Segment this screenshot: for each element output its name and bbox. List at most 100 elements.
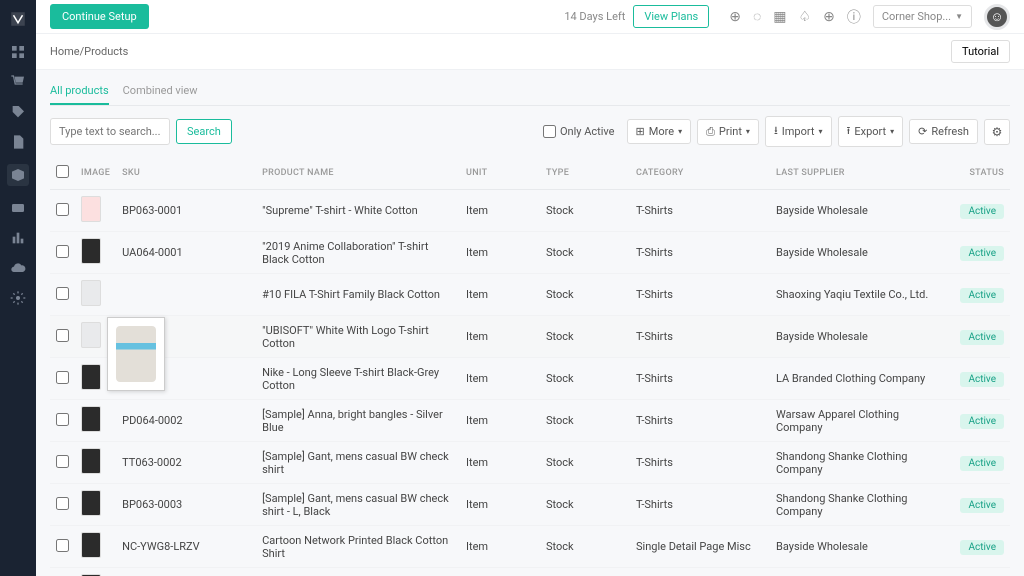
money-icon[interactable] [10,200,26,216]
product-thumbnail[interactable] [81,322,101,348]
row-checkbox[interactable] [56,245,69,258]
table-row[interactable]: UA064-0001"2019 Anime Collaboration" T-s… [50,568,1010,576]
chart-icon[interactable] [10,230,26,246]
status-badge: Active [960,288,1004,303]
col-type[interactable]: Type [540,157,630,190]
product-thumbnail[interactable] [81,406,101,432]
col-image[interactable]: Image [75,157,116,190]
tutorial-button[interactable]: Tutorial [951,40,1010,63]
product-thumbnail[interactable] [81,448,101,474]
row-checkbox[interactable] [56,203,69,216]
breadcrumb-home[interactable]: Home [50,45,80,58]
cell-name: Nike - Long Sleeve T-shirt Black-Grey Co… [256,358,460,400]
col-name[interactable]: Product Name [256,157,460,190]
file-icon[interactable] [10,134,26,150]
product-thumbnail[interactable] [81,364,101,390]
bell-icon[interactable]: ♤ [799,9,812,25]
row-checkbox[interactable] [56,413,69,426]
more-button[interactable]: ⊞More▾ [627,119,692,144]
row-checkbox[interactable] [56,329,69,342]
cell-supplier: Bayside Wholesale [770,526,950,568]
dashboard-icon[interactable] [10,44,26,60]
tab-combined-view[interactable]: Combined view [123,78,198,105]
cloud-icon[interactable] [10,260,26,276]
cell-supplier: Shaoxing Yaqiu Textile Co., Ltd. [770,274,950,316]
cell-type: Stock [540,484,630,526]
cell-type: Stock [540,400,630,442]
cell-unit: Item [460,274,540,316]
col-sku[interactable]: SKU [116,157,256,190]
cell-type: Stock [540,358,630,400]
main-area: Continue Setup 14 Days Left View Plans ⊕… [36,0,1024,576]
breadcrumb-current: Products [84,45,128,58]
product-thumbnail[interactable] [81,532,101,558]
cell-name: "UBISOFT" White With Logo T-shirt Cotton [256,316,460,358]
table-row[interactable]: BP063-0003[Sample] Gant, mens casual BW … [50,484,1010,526]
table-row[interactable]: PD064-0002[Sample] Anna, bright bangles … [50,400,1010,442]
print-button[interactable]: ⎙Print▾ [697,119,759,145]
add-icon[interactable]: ⊕ [729,9,741,25]
refresh-button[interactable]: ⟳Refresh [909,119,978,144]
status-badge: Active [960,498,1004,513]
calendar-icon[interactable]: ▦ [773,9,786,25]
product-thumbnail[interactable] [81,238,101,264]
cell-unit: Item [460,568,540,576]
view-plans-button[interactable]: View Plans [633,5,709,28]
row-checkbox[interactable] [56,539,69,552]
product-thumbnail[interactable] [81,196,101,222]
row-checkbox[interactable] [56,287,69,300]
cell-category: T-Shirts [630,232,770,274]
table-row[interactable]: TT063-0002[Sample] Gant, mens casual BW … [50,442,1010,484]
col-status[interactable]: Status [950,157,1010,190]
table-row[interactable]: NC-YWG8-LRZVCartoon Network Printed Blac… [50,526,1010,568]
table-row[interactable]: BP063-0001"Supreme" T-shirt - White Cott… [50,190,1010,232]
table-row[interactable]: "UBISOFT" White With Logo T-shirt Cotton… [50,316,1010,358]
cell-supplier: Shandong Shanke Clothing Company [770,484,950,526]
continue-setup-button[interactable]: Continue Setup [50,4,149,29]
table-settings-button[interactable]: ⚙ [984,119,1010,145]
table-row[interactable]: Nike - Long Sleeve T-shirt Black-Grey Co… [50,358,1010,400]
product-thumbnail[interactable] [81,490,101,516]
globe-icon[interactable]: ⊕ [823,9,835,25]
cell-category: T-Shirts [630,442,770,484]
row-checkbox[interactable] [56,497,69,510]
product-thumbnail[interactable] [81,280,101,306]
cell-sku: PD064-0002 [116,400,256,442]
cell-sku: BP063-0003 [116,484,256,526]
cart-icon[interactable] [10,74,26,90]
box-icon[interactable] [7,164,29,186]
row-checkbox[interactable] [56,371,69,384]
table-row[interactable]: #10 FILA T-Shirt Family Black CottonItem… [50,274,1010,316]
import-button[interactable]: ⭳Import▾ [765,116,832,147]
col-category[interactable]: Category [630,157,770,190]
search-input[interactable] [50,118,170,145]
chat-icon[interactable]: ◌ [753,8,761,25]
cell-supplier: Warsaw Apparel Clothing Company [770,400,950,442]
cell-category: T-Shirts [630,274,770,316]
search-button[interactable]: Search [176,119,232,144]
select-all-checkbox[interactable] [56,165,69,178]
cell-supplier: Bayside Wholesale [770,568,950,576]
content-area: All products Combined view Search Only A… [36,70,1024,576]
export-button[interactable]: ⭱Export▾ [838,116,904,147]
cell-name: [Sample] Gant, mens casual BW check shir… [256,484,460,526]
cell-category: Single Detail Page Misc [630,526,770,568]
cell-category: T-Shirts [630,190,770,232]
table-row[interactable]: UA064-0001"2019 Anime Collaboration" T-s… [50,232,1010,274]
settings-icon[interactable] [10,290,26,306]
tab-all-products[interactable]: All products [50,78,109,105]
only-active-toggle[interactable]: Only Active [543,125,615,138]
cell-type: Stock [540,526,630,568]
user-avatar[interactable]: ☺ [984,4,1010,30]
col-supplier[interactable]: Last Supplier [770,157,950,190]
row-checkbox[interactable] [56,455,69,468]
help-icon[interactable]: ⓘ [847,7,861,27]
account-selector[interactable]: Corner Shop...▼ [873,5,972,28]
cell-category: T-Shirts [630,316,770,358]
status-badge: Active [960,414,1004,429]
tag-icon[interactable] [10,104,26,120]
app-logo[interactable] [7,8,29,30]
cell-category: T-Shirts [630,568,770,576]
col-unit[interactable]: Unit [460,157,540,190]
cell-name: "2019 Anime Collaboration" T-shirt Black… [256,568,460,576]
